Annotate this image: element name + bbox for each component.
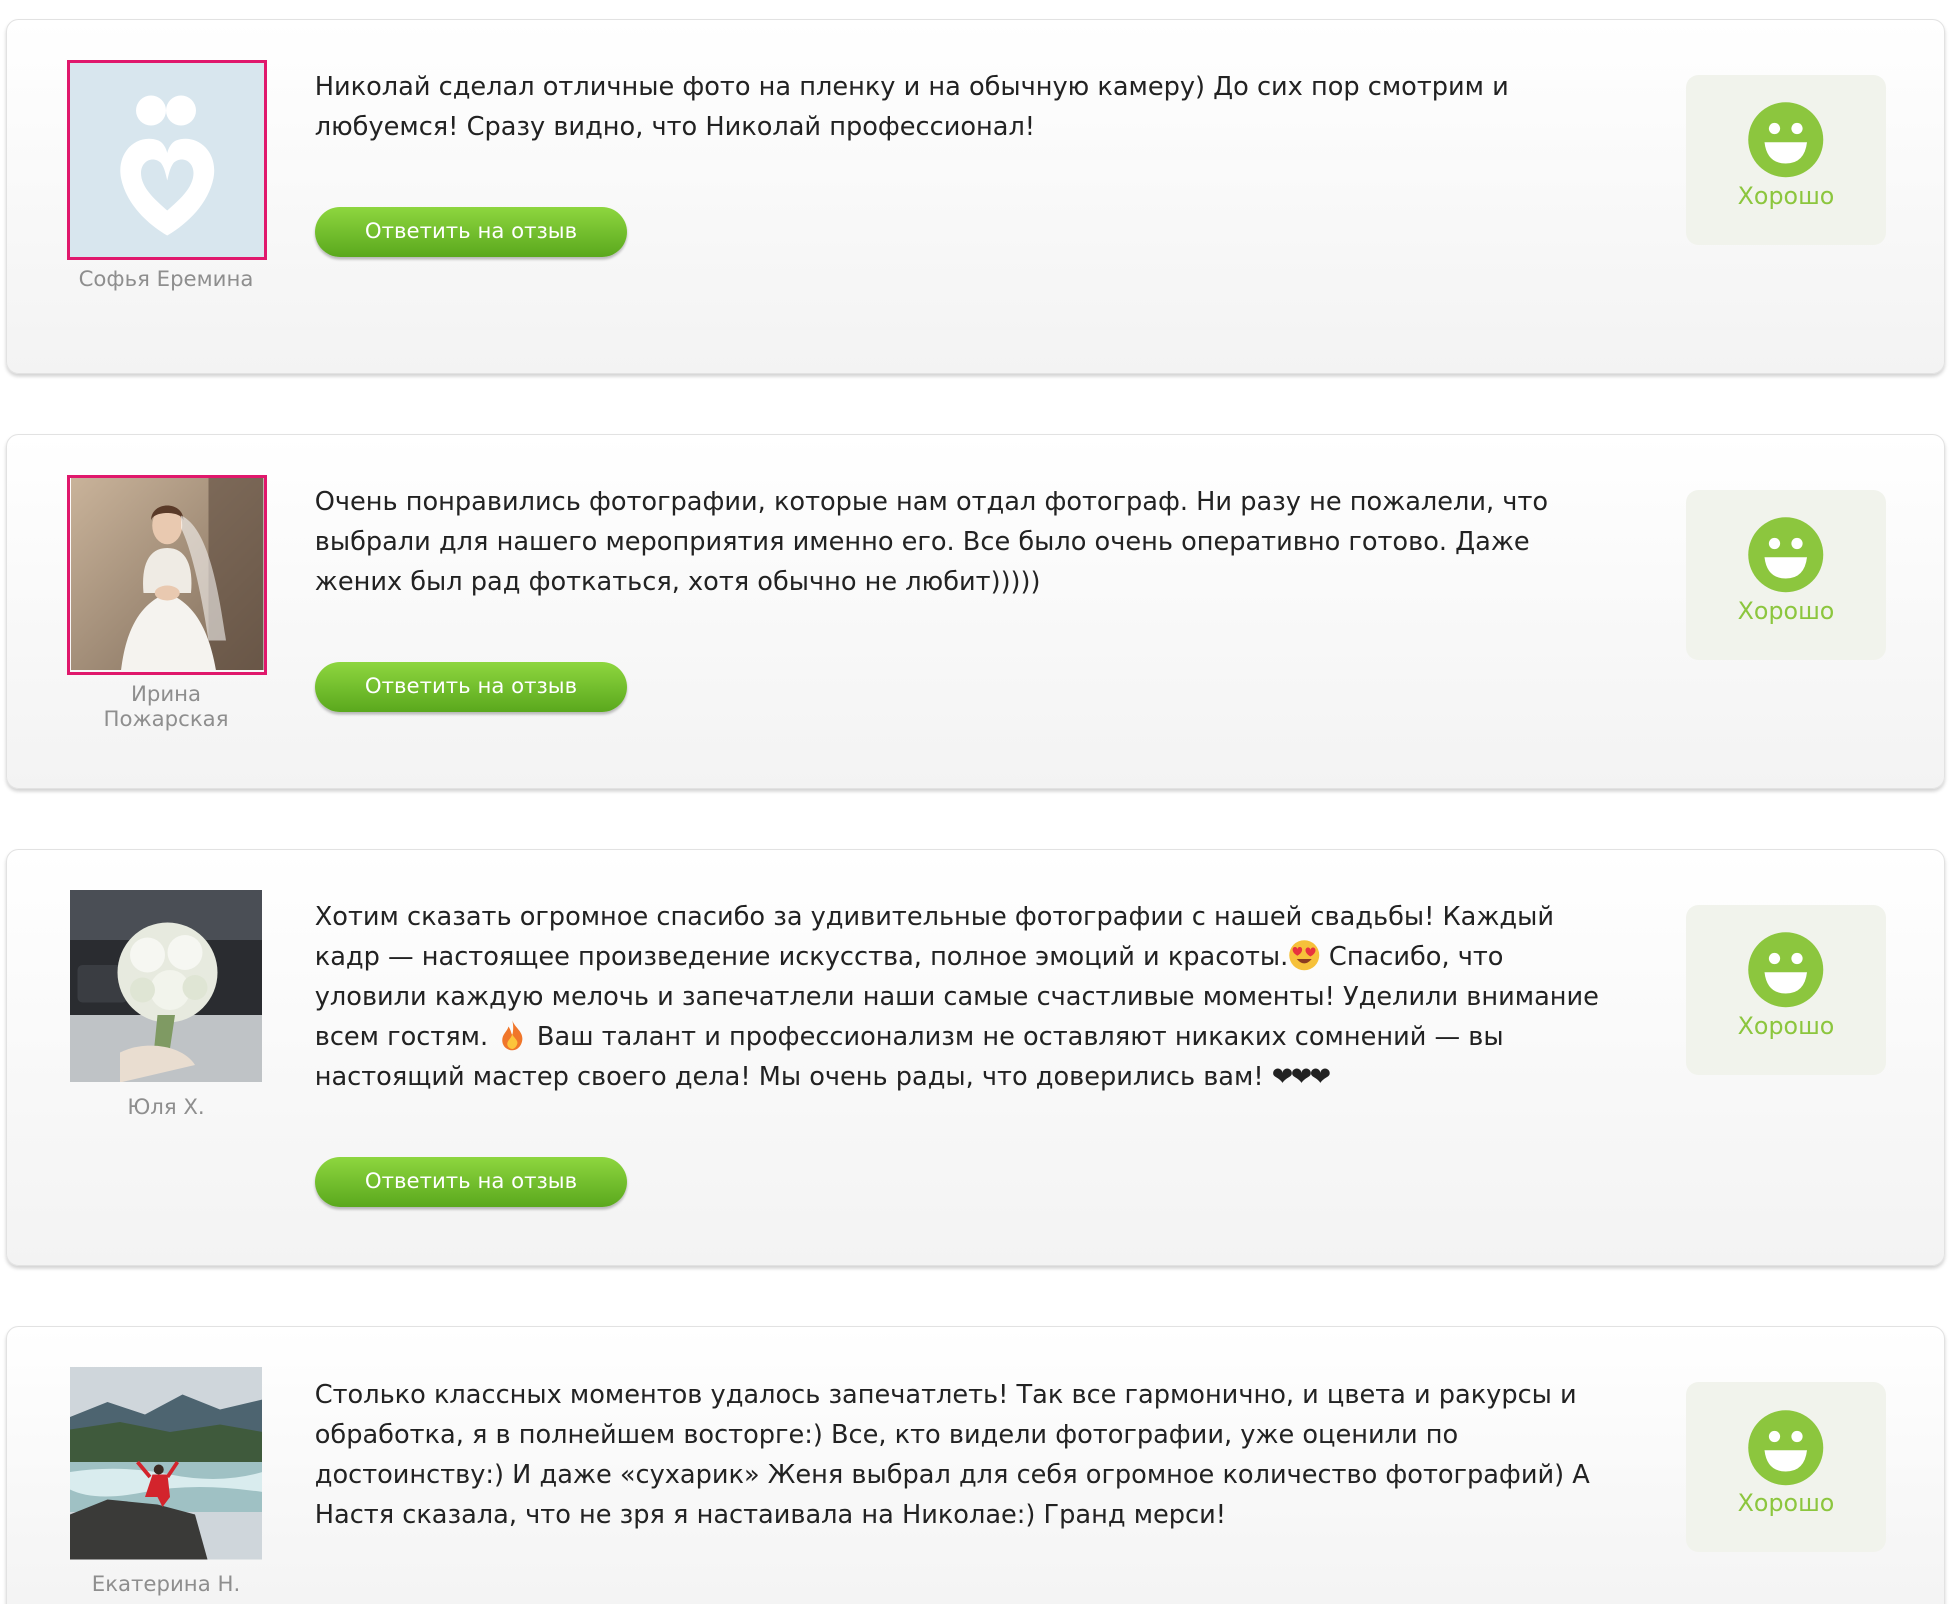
rating-badge: Хорошо	[1686, 74, 1886, 245]
heart-eyes-emoji-icon	[1289, 940, 1320, 971]
review-card: Юля Х. Хотим сказать огромное спасибо за…	[6, 848, 1945, 1267]
fire-emoji-icon	[502, 1020, 523, 1051]
reply-button[interactable]: Ответить на отзыв	[314, 207, 628, 258]
reply-button[interactable]: Ответить на отзыв	[314, 1157, 628, 1208]
review-card: Софья Еремина Николай сделал отличные фо…	[6, 18, 1945, 374]
review-text: Столько классных моментов удалось запеча…	[314, 1379, 1590, 1530]
review-card: Екатерина Н. Столько классных моментов у…	[6, 1326, 1945, 1604]
review-text: Очень понравились фотографии, которые на…	[314, 487, 1549, 598]
avatar[interactable]	[67, 474, 268, 675]
author-block: Ирина Пожарская	[67, 474, 268, 733]
rating-label: Хорошо	[1737, 1489, 1835, 1517]
smile-icon	[1748, 1409, 1824, 1485]
reply-button[interactable]: Ответить на отзыв	[314, 662, 628, 713]
author-block: Юля Х.	[67, 889, 265, 1120]
hearts-text: ❤❤❤	[1271, 1062, 1331, 1093]
author-block: Екатерина Н.	[67, 1367, 265, 1597]
heart-logo-icon	[120, 95, 215, 236]
avatar[interactable]	[69, 1367, 263, 1560]
author-name: Екатерина Н.	[91, 1572, 241, 1598]
rating-label: Хорошо	[1737, 1011, 1835, 1040]
smile-icon	[1748, 932, 1824, 1008]
avatar[interactable]	[69, 889, 263, 1083]
author-block: Софья Еремина	[67, 59, 268, 293]
review-card: Ирина Пожарская Очень понравились фотогр…	[6, 433, 1945, 789]
bouquet-photo-icon	[69, 889, 263, 1083]
review-text: Николай сделал отличные фото на пленку и…	[314, 72, 1509, 143]
review-text: Хотим сказать огромное спасибо за удивит…	[315, 897, 1615, 1097]
rating-badge: Хорошо	[1686, 489, 1886, 660]
rating-label: Хорошо	[1737, 181, 1835, 210]
rating-label: Хорошо	[1737, 596, 1835, 625]
author-name: Юля Х.	[127, 1094, 205, 1120]
author-name: Софья Еремина	[78, 267, 254, 293]
rating-badge: Хорошо	[1686, 1382, 1886, 1553]
bride-photo-icon	[71, 477, 264, 671]
author-name: Ирина Пожарская	[103, 682, 229, 733]
mountain-river-photo-icon	[69, 1367, 263, 1560]
rating-badge: Хорошо	[1686, 904, 1886, 1075]
smile-icon	[1748, 102, 1824, 178]
avatar[interactable]	[67, 59, 268, 260]
smile-icon	[1748, 517, 1824, 593]
